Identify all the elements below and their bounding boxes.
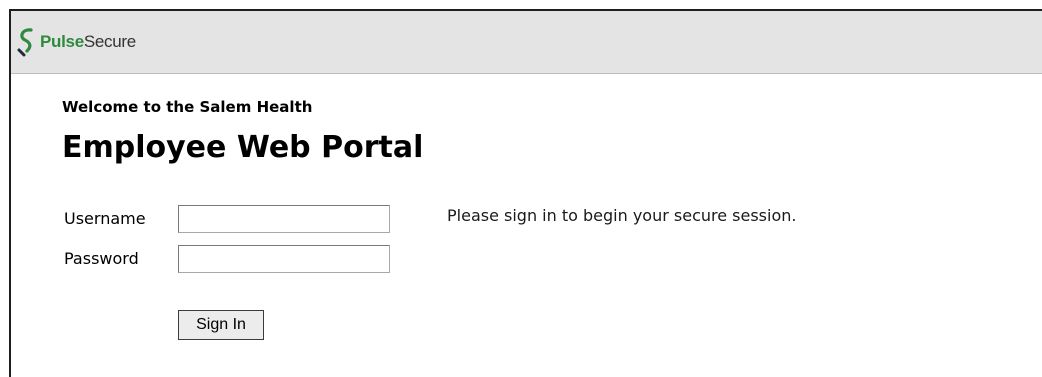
logo-product-text: Secure xyxy=(83,32,136,51)
pulse-secure-logo: PulseSecure xyxy=(16,27,136,57)
sign-in-button[interactable]: Sign In xyxy=(178,310,264,340)
header-bar: PulseSecure xyxy=(11,11,1042,74)
pulse-secure-s-icon xyxy=(17,28,33,57)
password-label: Password xyxy=(64,249,139,268)
username-label: Username xyxy=(64,209,146,228)
logo-text: PulseSecure xyxy=(40,27,136,57)
portal-frame: PulseSecure xyxy=(9,9,1042,377)
welcome-text: Welcome to the Salem Health xyxy=(62,98,313,116)
username-input[interactable] xyxy=(178,205,390,233)
sign-in-notice: Please sign in to begin your secure sess… xyxy=(447,206,797,225)
password-input[interactable] xyxy=(178,245,390,273)
page-title: Employee Web Portal xyxy=(62,130,424,165)
logo-brand-text: Pulse xyxy=(40,32,84,51)
